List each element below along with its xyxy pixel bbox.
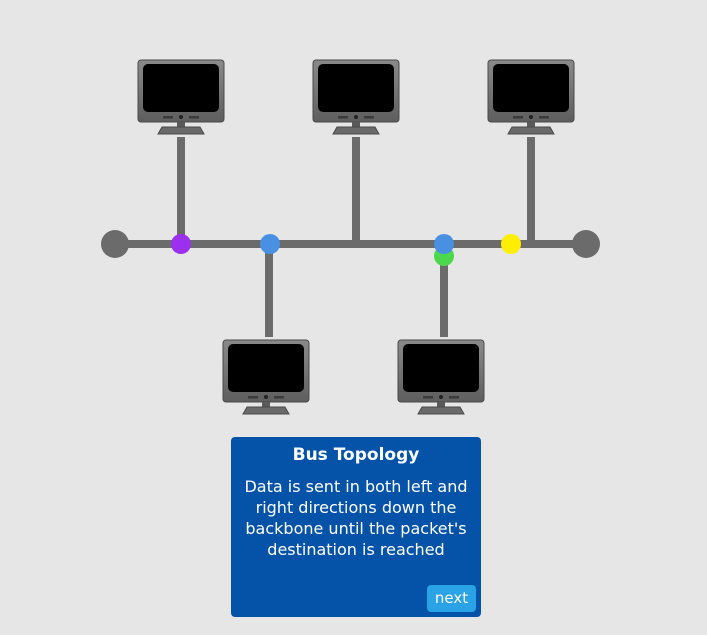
computer-top-center xyxy=(312,59,400,135)
packet-blue-right xyxy=(434,234,454,254)
card-title: Bus Topology xyxy=(292,445,420,465)
computer-bottom-left xyxy=(222,339,310,415)
terminator-left xyxy=(101,230,129,258)
info-card: Bus Topology Data is sent in both left a… xyxy=(231,437,481,617)
computer-top-right xyxy=(487,59,575,135)
packet-blue-left xyxy=(260,234,280,254)
next-button[interactable]: next xyxy=(427,585,476,612)
packet-yellow xyxy=(501,234,521,254)
terminator-right xyxy=(572,230,600,258)
packet-purple xyxy=(171,234,191,254)
computer-top-left xyxy=(137,59,225,135)
card-description: Data is sent in both left and right dire… xyxy=(244,477,468,559)
computer-bottom-right xyxy=(397,339,485,415)
